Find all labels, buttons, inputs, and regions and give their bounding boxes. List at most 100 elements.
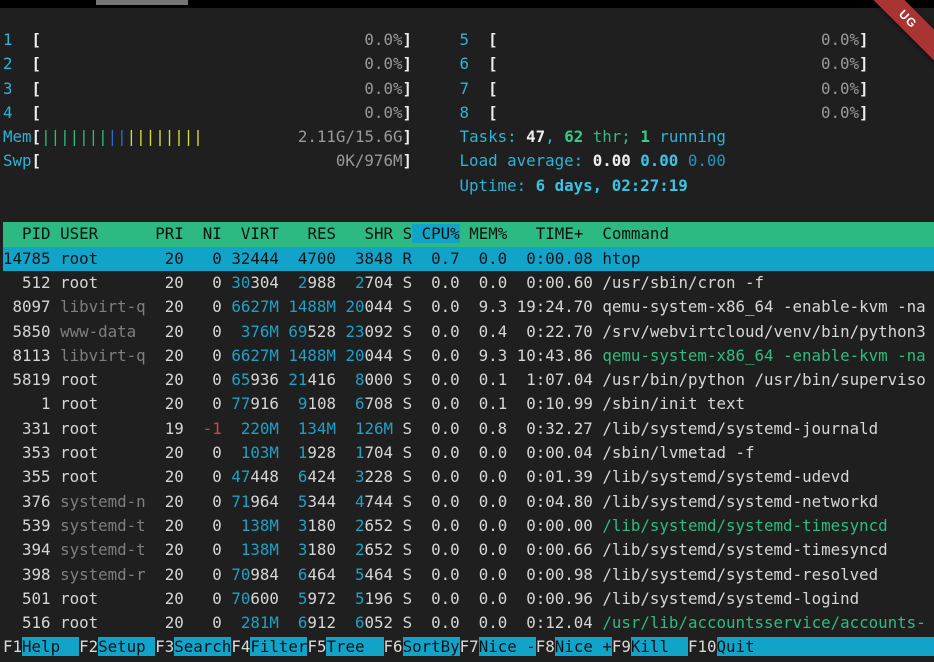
text-segment xyxy=(51,322,61,341)
cpu-meter-4-bar xyxy=(41,103,364,122)
process-row[interactable]: 355 root 20 0 47448 6424 3228 S 0.0 0.0 … xyxy=(3,465,934,489)
cpu-meter-7-value: 0.0% xyxy=(821,79,859,98)
fn-key-f1[interactable]: F1 xyxy=(3,637,22,656)
shr-cell: 3848 xyxy=(345,249,393,268)
fn-action-nice-[interactable]: Nice - xyxy=(479,637,536,656)
process-row[interactable]: 8113 libvirt-q 20 0 6627M 1488M 20044 S … xyxy=(3,344,934,368)
column-header-shr[interactable]: SHR xyxy=(365,224,394,243)
text-segment xyxy=(184,249,194,268)
command-cell: /lib/systemd/systemd-logind xyxy=(602,589,859,608)
column-header-mem[interactable]: MEM% xyxy=(469,224,507,243)
fn-key-f4[interactable]: F4 xyxy=(231,637,250,656)
cpu-meter-5-value: 0.0% xyxy=(821,30,859,49)
text-segment xyxy=(593,249,603,268)
column-header-pri[interactable]: PRI xyxy=(155,224,184,243)
text-segment xyxy=(222,516,232,535)
fn-action-help[interactable]: Help xyxy=(22,637,79,656)
fn-key-f7[interactable]: F7 xyxy=(460,637,479,656)
virt-cell: 70 xyxy=(231,565,250,584)
process-row[interactable]: 5850 www-data 20 0 376M 69528 23092 S 0.… xyxy=(3,320,934,344)
process-row[interactable]: 398 systemd-r 20 0 70984 6464 5464 S 0.0… xyxy=(3,563,934,587)
fn-key-f6[interactable]: F6 xyxy=(384,637,403,656)
column-header-pid[interactable]: PID xyxy=(22,224,51,243)
shr-cell: 3 xyxy=(346,467,365,486)
text-segment xyxy=(51,394,61,413)
process-row[interactable]: 331 root 19 -1 220M 134M 126M S 0.0 0.8 … xyxy=(3,417,934,441)
fn-action-search[interactable]: Search xyxy=(174,637,231,656)
shr-cell: 044 xyxy=(365,346,394,365)
state-cell: S xyxy=(403,589,413,608)
pri-cell: 20 xyxy=(155,297,184,316)
text-segment xyxy=(507,394,517,413)
process-row[interactable]: 5819 root 20 0 65936 21416 8000 S 0.0 0.… xyxy=(3,368,934,392)
cpu-percent-cell: 0.0 xyxy=(422,492,460,511)
process-row[interactable]: 8097 libvirt-q 20 0 6627M 1488M 20044 S … xyxy=(3,295,934,319)
mem-tasks-row: Mem[||||||||||||||||| 2.11G/15.6G] Tasks… xyxy=(3,125,934,149)
res-cell: 108 xyxy=(307,394,336,413)
process-row[interactable]: 376 systemd-n 20 0 71964 5344 4744 S 0.0… xyxy=(3,490,934,514)
virt-cell: 71 xyxy=(231,492,250,511)
text-segment xyxy=(336,394,346,413)
cpu-percent-cell: 0.0 xyxy=(422,346,460,365)
pid-cell: 512 xyxy=(3,273,51,292)
scrollbar-thumb[interactable] xyxy=(96,0,188,5)
column-header-state[interactable]: S xyxy=(403,224,413,243)
fn-action-filter[interactable]: Filter xyxy=(250,637,307,656)
load-average-5min: 0.00 xyxy=(640,151,678,170)
text-segment xyxy=(51,419,61,438)
shr-cell: 744 xyxy=(365,492,394,511)
column-header-res[interactable]: RES xyxy=(307,224,336,243)
text-segment xyxy=(51,273,61,292)
ni-cell: 0 xyxy=(193,613,222,632)
fn-key-f2[interactable]: F2 xyxy=(79,637,98,656)
uptime-row: Uptime: 6 days, 02:27:19 xyxy=(3,174,934,198)
fn-action-quit[interactable]: Quit xyxy=(717,637,934,656)
text-segment xyxy=(507,419,517,438)
process-row[interactable]: 14785 root 20 0 32444 4700 3848 R 0.7 0.… xyxy=(3,247,934,271)
process-row[interactable]: 353 root 20 0 103M 1928 1704 S 0.0 0.0 0… xyxy=(3,441,934,465)
text-segment xyxy=(507,322,517,341)
fn-action-setup[interactable]: Setup xyxy=(98,637,155,656)
column-header-time[interactable]: TIME+ xyxy=(536,224,584,243)
text-segment xyxy=(412,103,460,122)
text-segment xyxy=(593,516,603,535)
pid-cell: 331 xyxy=(3,419,51,438)
text-segment xyxy=(393,322,403,341)
process-row[interactable]: 1 root 20 0 77916 9108 6708 S 0.0 0.1 0:… xyxy=(3,392,934,416)
column-header-user[interactable]: USER xyxy=(60,224,155,243)
tasks-threads-count: 62 xyxy=(564,127,583,146)
cpu-percent-cell: 0.0 xyxy=(422,540,460,559)
process-row[interactable]: 516 root 20 0 281M 6912 6052 S 0.0 0.0 0… xyxy=(3,611,934,635)
pri-cell: 20 xyxy=(155,273,184,292)
cpu-percent-cell: 0.0 xyxy=(422,516,460,535)
column-header-virt[interactable]: VIRT xyxy=(241,224,279,243)
fn-key-f10[interactable]: F10 xyxy=(688,637,717,656)
tasks-running-count: 1 xyxy=(640,127,650,146)
fn-action-kill[interactable]: Kill xyxy=(631,637,688,656)
fn-key-f5[interactable]: F5 xyxy=(307,637,326,656)
fn-key-f3[interactable]: F3 xyxy=(155,637,174,656)
mem-meter-value: 2.11G/15.6G xyxy=(298,127,403,146)
fn-action-nice-[interactable]: Nice + xyxy=(555,637,612,656)
process-row[interactable]: 512 root 20 0 30304 2988 2704 S 0.0 0.0 … xyxy=(3,271,934,295)
column-header-cpu-sorted[interactable]: CPU% xyxy=(412,224,460,243)
pid-cell: 5819 xyxy=(3,370,51,389)
meter-close-bracket: ] xyxy=(402,54,412,73)
command-cell: /usr/bin/python /usr/bin/superviso xyxy=(602,370,925,389)
fn-key-f9[interactable]: F9 xyxy=(612,637,631,656)
fn-action-sortby[interactable]: SortBy xyxy=(403,637,460,656)
column-header-command[interactable]: Command xyxy=(602,224,669,243)
fn-action-tree[interactable]: Tree xyxy=(326,637,383,656)
column-header-ni[interactable]: NI xyxy=(203,224,222,243)
fn-key-f8[interactable]: F8 xyxy=(536,637,555,656)
text-segment xyxy=(51,443,61,462)
process-row[interactable]: 394 systemd-t 20 0 138M 3180 2652 S 0.0 … xyxy=(3,538,934,562)
virt-cell: 281M xyxy=(241,613,279,632)
pri-cell: 20 xyxy=(155,370,184,389)
process-row[interactable]: 539 systemd-t 20 0 138M 3180 2652 S 0.0 … xyxy=(3,514,934,538)
process-row[interactable]: 501 root 20 0 70600 5972 5196 S 0.0 0.0 … xyxy=(3,587,934,611)
text-segment xyxy=(279,565,289,584)
text-segment xyxy=(184,322,194,341)
cpu-meter-1-bar xyxy=(41,30,364,49)
table-header-row: PID USER PRI NI VIRT RES SHR S CPU% MEM%… xyxy=(3,222,934,246)
